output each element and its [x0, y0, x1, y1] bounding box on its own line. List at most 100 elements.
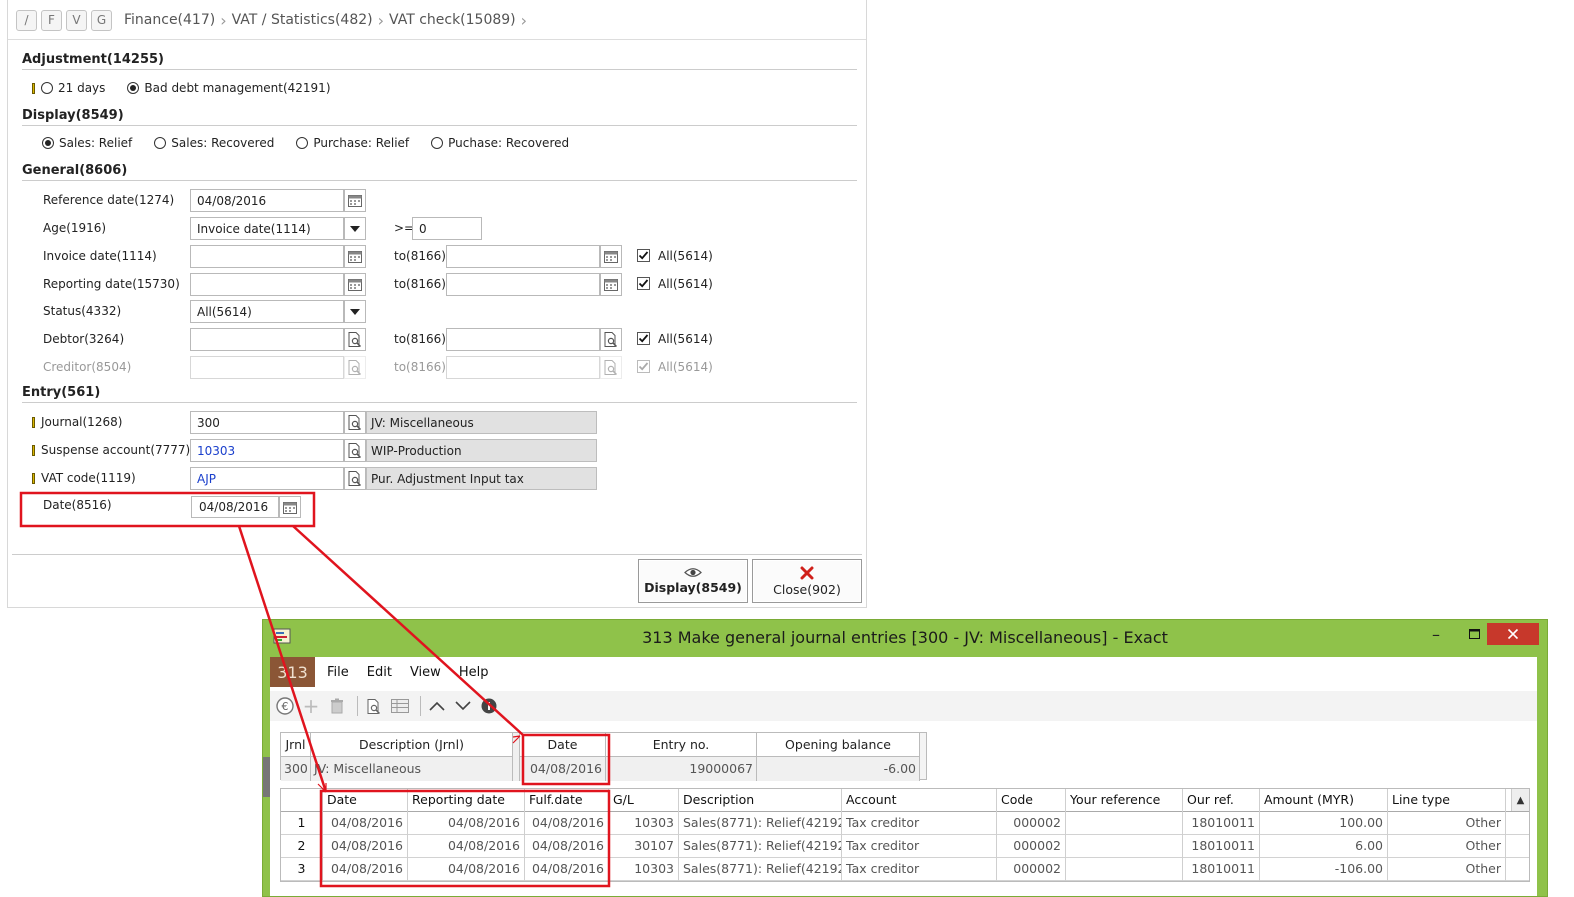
maximize-icon[interactable]	[1463, 623, 1485, 645]
cell-reporting-date[interactable]: 04/08/2016	[408, 858, 525, 881]
breadcrumb-finance[interactable]: Finance(417)	[124, 12, 215, 28]
minimize-icon[interactable]: –	[1425, 623, 1447, 645]
cell-account[interactable]: Tax creditor	[842, 858, 997, 881]
status-select[interactable]: All(5614)	[190, 300, 344, 323]
radio-button[interactable]	[296, 137, 309, 149]
cell-date[interactable]: 04/08/2016	[323, 835, 408, 858]
calendar-icon[interactable]	[344, 245, 366, 268]
breadcrumb-vat-statistics[interactable]: VAT / Statistics(482)	[232, 12, 373, 28]
column-header[interactable]: Your reference	[1066, 789, 1183, 812]
cell-your-reference[interactable]	[1066, 812, 1183, 835]
column-header[interactable]: Fulf.date	[525, 789, 609, 812]
cell-our-ref[interactable]: 18010011	[1183, 835, 1260, 858]
column-header[interactable]: Amount (MYR)	[1260, 789, 1388, 812]
scroll-up-icon[interactable]: ▲	[1511, 789, 1529, 811]
cell-your-reference[interactable]	[1066, 835, 1183, 858]
debtor-all-checkbox[interactable]	[637, 332, 650, 345]
column-header[interactable]: Date	[323, 789, 408, 812]
calendar-icon[interactable]	[600, 273, 622, 296]
currency-icon[interactable]: €	[274, 695, 296, 717]
cell-fulf-date[interactable]: 04/08/2016	[525, 835, 609, 858]
invoice-date-all-checkbox[interactable]	[637, 249, 650, 262]
cell-gl[interactable]: 10303	[609, 812, 679, 835]
chevron-down-icon[interactable]	[344, 217, 366, 240]
calendar-icon[interactable]	[600, 245, 622, 268]
radio-button[interactable]	[431, 137, 444, 149]
cell-date[interactable]: 04/08/2016	[323, 858, 408, 881]
cell-gl[interactable]: 10303	[609, 858, 679, 881]
radio-button-selected[interactable]	[42, 137, 54, 149]
grid-view-icon[interactable]	[389, 695, 411, 717]
cell-line-type[interactable]: Other	[1388, 835, 1506, 858]
reporting-date-from-input[interactable]	[190, 273, 344, 296]
age-threshold-input[interactable]: 0	[412, 217, 482, 240]
column-header[interactable]: Account	[842, 789, 997, 812]
lookup-icon[interactable]	[344, 439, 366, 462]
display-button[interactable]: Display(8549)	[638, 559, 748, 603]
invoice-date-to-input[interactable]	[446, 245, 600, 268]
radio-bad-debt[interactable]: Bad debt management(42191)	[127, 81, 331, 95]
chevron-up-icon[interactable]	[426, 695, 448, 717]
breadcrumb-vat-check[interactable]: VAT check(15089)	[389, 12, 516, 28]
cell-code[interactable]: 000002	[997, 812, 1066, 835]
info-icon[interactable]: i	[478, 695, 500, 717]
column-header[interactable]: Code	[997, 789, 1066, 812]
calendar-icon[interactable]	[279, 496, 301, 518]
invoice-date-from-input[interactable]	[190, 245, 344, 268]
lookup-icon[interactable]	[344, 411, 366, 434]
radio-sales-recovered[interactable]: Sales: Recovered	[154, 136, 274, 150]
debtor-to-input[interactable]	[446, 328, 600, 351]
lookup-icon[interactable]	[600, 328, 622, 351]
cell-gl[interactable]: 30107	[609, 835, 679, 858]
cell-amount[interactable]: 100.00	[1260, 812, 1388, 835]
reporting-date-to-input[interactable]	[446, 273, 600, 296]
close-button[interactable]: Close(902)	[752, 559, 862, 603]
nav-key-slash[interactable]: /	[16, 9, 37, 31]
radio-sales-relief[interactable]: Sales: Relief	[42, 136, 132, 150]
debtor-from-input[interactable]	[190, 328, 344, 351]
cell-fulf-date[interactable]: 04/08/2016	[525, 812, 609, 835]
suspense-account-input[interactable]: 10303	[190, 439, 344, 462]
reporting-date-all-checkbox[interactable]	[637, 277, 650, 290]
cell-description[interactable]: Sales(8771): Relief(42192) -	[679, 858, 842, 881]
column-header[interactable]: Line type	[1388, 789, 1506, 812]
cell-account[interactable]: Tax creditor	[842, 812, 997, 835]
cell-description[interactable]: Sales(8771): Relief(42192) -	[679, 812, 842, 835]
cell-your-reference[interactable]	[1066, 858, 1183, 881]
menu-file[interactable]: File	[327, 665, 349, 680]
cell-code[interactable]: 000002	[997, 835, 1066, 858]
radio-button[interactable]	[154, 137, 167, 149]
cell-date[interactable]: 04/08/2016	[323, 812, 408, 835]
column-header[interactable]: G/L	[609, 789, 679, 812]
cell-account[interactable]: Tax creditor	[842, 835, 997, 858]
age-select[interactable]: Invoice date(1114)	[190, 217, 344, 240]
nav-key-f[interactable]: F	[41, 9, 62, 31]
cell-line-type[interactable]: Other	[1388, 858, 1506, 881]
vat-code-input[interactable]: AJP	[190, 467, 344, 490]
calendar-icon[interactable]	[344, 189, 366, 212]
add-icon[interactable]: +	[300, 694, 322, 718]
column-header[interactable]: Reporting date	[408, 789, 525, 812]
cell-code[interactable]: 000002	[997, 858, 1066, 881]
cell-our-ref[interactable]: 18010011	[1183, 858, 1260, 881]
chevron-down-icon[interactable]	[452, 695, 474, 717]
cell-reporting-date[interactable]: 04/08/2016	[408, 812, 525, 835]
nav-key-g[interactable]: G	[91, 9, 112, 31]
cell-description[interactable]: Sales(8771): Relief(42192) -	[679, 835, 842, 858]
column-header[interactable]: Our ref.	[1183, 789, 1260, 812]
chevron-down-icon[interactable]	[344, 300, 366, 323]
table-row[interactable]: 1 04/08/2016 04/08/2016 04/08/2016 10303…	[281, 812, 1529, 835]
radio-button-selected[interactable]	[127, 82, 140, 94]
radio-purchase-relief[interactable]: Purchase: Relief	[296, 136, 409, 150]
lookup-icon[interactable]	[344, 467, 366, 490]
cell-amount[interactable]: 6.00	[1260, 835, 1388, 858]
menu-view[interactable]: View	[410, 665, 441, 680]
table-row[interactable]: 3 04/08/2016 04/08/2016 04/08/2016 10303…	[281, 858, 1529, 881]
nav-key-v[interactable]: V	[66, 9, 87, 31]
cell-reporting-date[interactable]: 04/08/2016	[408, 835, 525, 858]
cell-our-ref[interactable]: 18010011	[1183, 812, 1260, 835]
lookup-icon[interactable]	[344, 328, 366, 351]
lookup-icon[interactable]	[363, 695, 385, 717]
cell-line-type[interactable]: Other	[1388, 812, 1506, 835]
reference-date-input[interactable]: 04/08/2016	[190, 189, 344, 212]
